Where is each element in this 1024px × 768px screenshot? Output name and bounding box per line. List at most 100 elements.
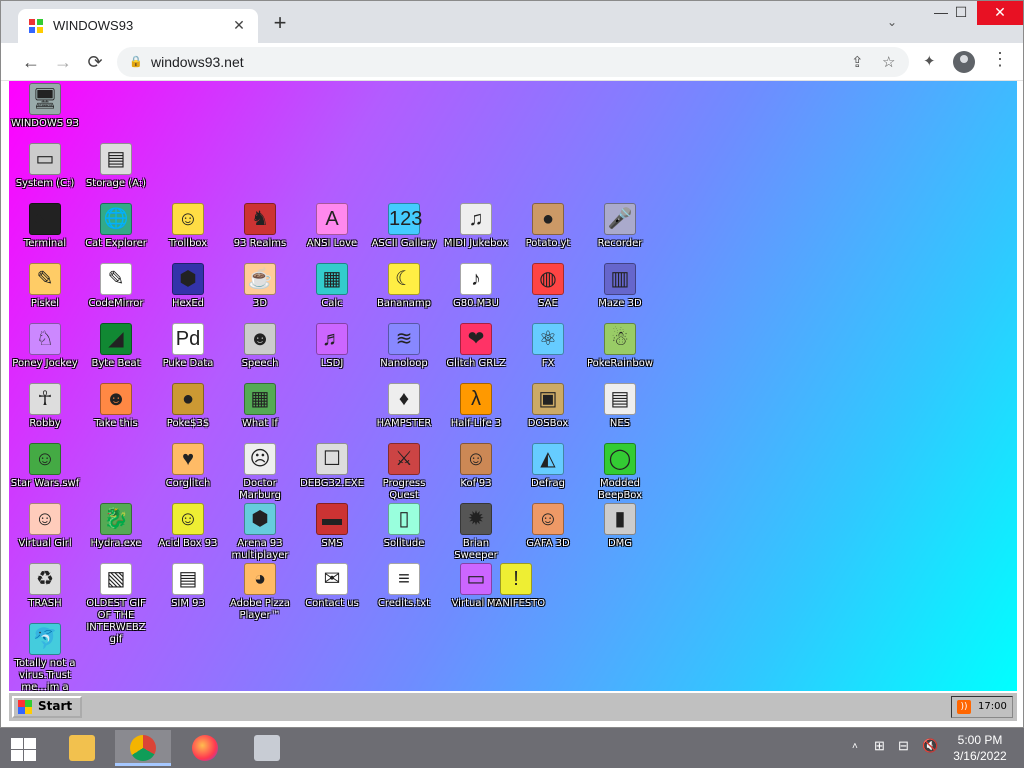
windows93-start-button[interactable]: Start xyxy=(12,696,82,718)
desktop-icon-terminal[interactable]: >_ Terminal xyxy=(9,203,81,263)
show-hidden-icons-icon[interactable]: ˄ xyxy=(852,741,858,752)
reload-button[interactable]: ⟳ xyxy=(84,51,106,73)
desktop-icon-kof-93[interactable]: ☺ Kof'93 xyxy=(440,443,512,503)
desktop-icon-storage-a[interactable]: ▤ Storage (A:) xyxy=(80,143,152,203)
desktop-icon-g80-m3u[interactable]: ♪ G80.M3U xyxy=(440,263,512,323)
desktop-icon-nanoloop[interactable]: ≋ Nanoloop xyxy=(368,323,440,383)
desktop-icon-gafa-3d[interactable]: ☺ GAFA 3D xyxy=(512,503,584,563)
file-explorer-taskbar-button[interactable] xyxy=(54,730,110,766)
desktop-icon-midi-jukebox[interactable]: ♫ MIDI Jukebox xyxy=(440,203,512,263)
app-icon: ☺ xyxy=(460,443,492,475)
firefox-taskbar-button[interactable] xyxy=(177,730,233,766)
desktop-icon-defrag[interactable]: ◭ Defrag xyxy=(512,443,584,503)
desktop-icon-hampster[interactable]: ♦ HAMPSTER xyxy=(368,383,440,443)
desktop-icon-poney-jockey[interactable]: ♘ Poney Jockey xyxy=(9,323,81,383)
desktop-icon-modded-beepbox[interactable]: ◯ Modded BeepBox xyxy=(584,443,656,503)
desktop-icon-sae[interactable]: ◍ SAE xyxy=(512,263,584,323)
tab-search-chevron-icon[interactable]: ⌄ xyxy=(887,15,897,29)
desktop-icon-totally-not-a-virus-trust-me-im-a[interactable]: 🐬 Totally not a virus.Trust me...im a xyxy=(9,623,81,693)
desktop-icon-system-c[interactable]: ▭ System (C:) xyxy=(9,143,81,203)
forward-button[interactable]: → xyxy=(52,51,74,73)
desktop-icon-take-this[interactable]: ☻ Take this xyxy=(80,383,152,443)
desktop-icon-manifesto[interactable]: ! MANIFESTO xyxy=(480,563,552,623)
rss-icon[interactable]: )) xyxy=(957,700,971,714)
desktop-icon-lsdj[interactable]: ♬ LSDJ xyxy=(296,323,368,383)
browser-tab[interactable]: WINDOWS93 ✕ xyxy=(18,9,258,43)
desktop-icon-label: Brian Sweeper xyxy=(454,538,498,561)
desktop-icon-calc[interactable]: ▦ Calc xyxy=(296,263,368,323)
desktop-icon-windows-93[interactable]: 🖥 WINDOWS 93 xyxy=(9,83,81,143)
profile-icon[interactable] xyxy=(953,51,975,73)
desktop-icon-ascii-gallery[interactable]: 123 ASCII Gallery xyxy=(368,203,440,263)
desktop-icon-codemirror[interactable]: ✎ CodeMirror xyxy=(80,263,152,323)
chrome-taskbar-button[interactable] xyxy=(115,730,171,766)
desktop-icon-dosbox[interactable]: ▣ DOSBox xyxy=(512,383,584,443)
desktop-icon-dmg[interactable]: ▮ DMG xyxy=(584,503,656,563)
windows93-desktop: 🖥 WINDOWS 93 ▭ System (C:) ▤ Storage (A:) >_ Te… xyxy=(9,81,1017,693)
lock-icon[interactable]: 🔒 xyxy=(129,55,143,68)
desktop-icon-virtual-girl[interactable]: ☺ Virtual Girl xyxy=(9,503,81,563)
desktop-icon-doctor-marburg[interactable]: ☹ Doctor Marburg xyxy=(224,443,296,503)
desktop-icon-star-wars-swf[interactable]: ☺ Star Wars.swf xyxy=(9,443,81,503)
maximize-button[interactable]: ☐ xyxy=(943,1,979,25)
wifi-icon[interactable]: ⊟ xyxy=(898,738,909,754)
desktop-icon-pokerainbow[interactable]: ☃ PokeRainbow xyxy=(584,323,656,383)
menu-kebab-icon[interactable]: ⋮ xyxy=(991,49,1009,70)
tab-close-icon[interactable]: ✕ xyxy=(230,16,248,34)
desktop-icon-hexed[interactable]: ⬢ HexEd xyxy=(152,263,224,323)
desktop-icon-solitude[interactable]: ▯ Solitude xyxy=(368,503,440,563)
desktop-icon-brian-sweeper[interactable]: ✹ Brian Sweeper xyxy=(440,503,512,563)
desktop-icon-hydra-exe[interactable]: 🐉 Hydra.exe xyxy=(80,503,152,563)
desktop-icon-acid-box-93[interactable]: ☺ Acid Box 93 xyxy=(152,503,224,563)
desktop-icon-robby[interactable]: ☥ Robby xyxy=(9,383,81,443)
desktop-icon-piskel[interactable]: ✎ Piskel xyxy=(9,263,81,323)
close-window-button[interactable]: ✕ xyxy=(977,1,1023,25)
desktop-icon-glitch-grlz[interactable]: ❤ Glitch GRLZ xyxy=(440,323,512,383)
desktop-icon-poke-3[interactable]: ● Poke$3$ xyxy=(152,383,224,443)
remote-desktop-taskbar-button[interactable] xyxy=(239,730,295,766)
desktop-icon-trash[interactable]: ♻ TRASH xyxy=(9,563,81,623)
app-icon: ● xyxy=(532,203,564,235)
windows-start-button[interactable] xyxy=(8,736,38,762)
desktop-icon-ansi-love[interactable]: A ANSI Love xyxy=(296,203,368,263)
desktop-icon-maze-3d[interactable]: ▥ Maze 3D xyxy=(584,263,656,323)
system-clock[interactable]: 5:00 PM 3/16/2022 xyxy=(948,732,1012,764)
volume-muted-icon[interactable]: 🔇 xyxy=(922,738,938,754)
desktop-icon-oldest-gif-of-the-interwebz-gif[interactable]: ▧ OLDEST GIF OF THE INTERWEBZ gif xyxy=(80,563,152,645)
desktop-icon-progress-quest[interactable]: ⚔ Progress Quest xyxy=(368,443,440,503)
desktop-icon-label: Poney Jockey xyxy=(12,358,78,369)
extensions-icon[interactable]: ✦ xyxy=(923,52,936,70)
desktop-icon-half-life-3[interactable]: λ Half-Life 3 xyxy=(440,383,512,443)
desktop-icon-adobe-pizza-player[interactable]: ◕ Adobe Pizza Player™ xyxy=(224,563,296,623)
url-text[interactable]: windows93.net xyxy=(151,54,244,70)
desktop-icon-label: Arena 93 multiplayer xyxy=(231,538,289,561)
desktop-icon-fx[interactable]: ⚛ FX xyxy=(512,323,584,383)
share-icon[interactable]: ⇪ xyxy=(851,53,864,71)
desktop-icon-corglitch[interactable]: ♥ Corglitch xyxy=(152,443,224,503)
desktop-icon-sim-93[interactable]: ▤ SIM 93 xyxy=(152,563,224,623)
app-icon: ☻ xyxy=(100,383,132,415)
desktop-icon-nes[interactable]: ▤ NES xyxy=(584,383,656,443)
bookmark-star-icon[interactable]: ☆ xyxy=(882,53,895,71)
network-icon[interactable]: ⊞ xyxy=(874,738,885,754)
new-tab-button[interactable]: + xyxy=(269,12,291,35)
desktop-icon-recorder[interactable]: 🎤 Recorder xyxy=(584,203,656,263)
desktop-icon-bananamp[interactable]: ☾ Bananamp xyxy=(368,263,440,323)
desktop-icon-arena-93-multiplayer[interactable]: ⬢ Arena 93 multiplayer xyxy=(224,503,296,563)
desktop-icon-3d[interactable]: ☕ 3D xyxy=(224,263,296,323)
desktop-icon-puke-data[interactable]: Pd Puke Data xyxy=(152,323,224,383)
app-icon: ✉ xyxy=(316,563,348,595)
desktop-icon-potato-yt[interactable]: ● Potato.yt xyxy=(512,203,584,263)
desktop-icon-trollbox[interactable]: ☺ Trollbox xyxy=(152,203,224,263)
desktop-icon-credits-txt[interactable]: ≡ Credits.txt xyxy=(368,563,440,623)
desktop-icon-contact-us[interactable]: ✉ Contact us xyxy=(296,563,368,623)
desktop-icon-what-if[interactable]: ▦ What If xyxy=(224,383,296,443)
back-button[interactable]: ← xyxy=(20,51,42,73)
desktop-icon-sms[interactable]: ▬ SMS xyxy=(296,503,368,563)
desktop-icon-speech[interactable]: ☻ Speech xyxy=(224,323,296,383)
address-bar[interactable]: 🔒 windows93.net ⇪ ☆ xyxy=(117,47,909,77)
desktop-icon-93-realms[interactable]: ♞ 93 Realms xyxy=(224,203,296,263)
desktop-icon-byte-beat[interactable]: ◢ Byte Beat xyxy=(80,323,152,383)
desktop-icon-debg32-exe[interactable]: ☐ DEBG32.EXE xyxy=(296,443,368,503)
desktop-icon-cat-explorer[interactable]: 🌐 Cat Explorer xyxy=(80,203,152,263)
